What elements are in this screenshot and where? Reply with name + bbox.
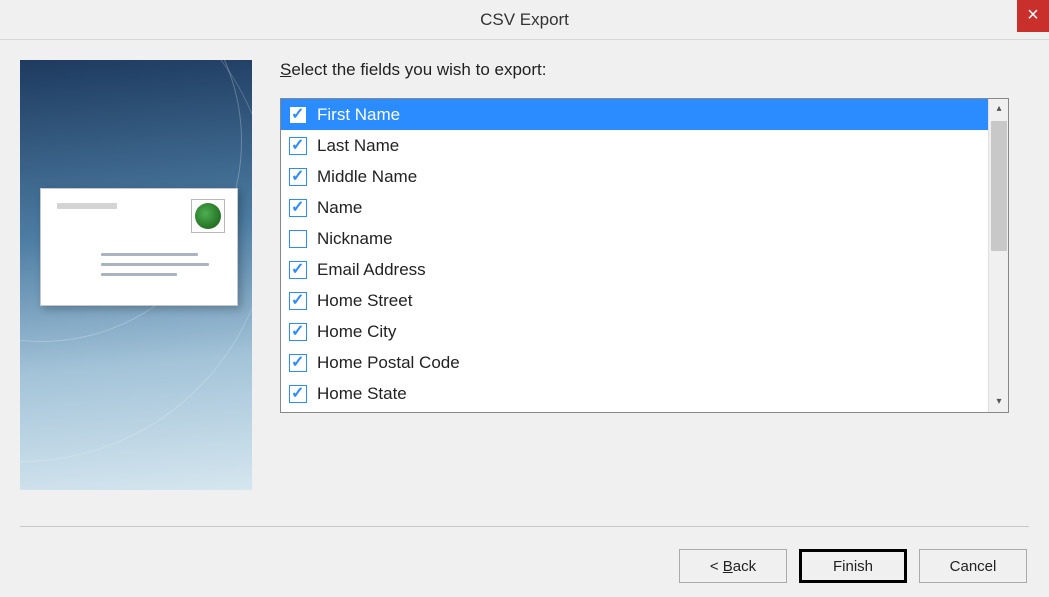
field-item[interactable]: Middle Name [281,161,988,192]
instruction-accelerator: S [280,60,291,79]
field-checkbox[interactable] [289,385,307,403]
content-area: Select the fields you wish to export: Fi… [0,40,1049,510]
field-label: Name [317,198,362,218]
field-checkbox[interactable] [289,137,307,155]
button-separator [20,526,1029,527]
field-item[interactable]: Nickname [281,223,988,254]
field-checkbox[interactable] [289,292,307,310]
field-checkbox[interactable] [289,323,307,341]
vertical-scrollbar[interactable]: ▴ ▾ [988,99,1008,412]
button-bar: < Back Finish Cancel [679,549,1027,583]
back-label-rest: ack [733,558,756,575]
back-arrow-text: < [710,558,723,575]
field-label: Last Name [317,136,399,156]
finish-button[interactable]: Finish [799,549,907,583]
fields-listbox[interactable]: First Name Last Name Middle Name Name Nickna… [280,98,1009,413]
close-icon: × [1027,4,1039,26]
field-item[interactable]: Home Street [281,285,988,316]
field-item[interactable]: Home State [281,378,988,409]
field-item[interactable]: Email Address [281,254,988,285]
field-checkbox[interactable] [289,261,307,279]
close-button[interactable]: × [1017,0,1049,32]
main-panel: Select the fields you wish to export: Fi… [280,60,1029,490]
back-accelerator: B [723,558,733,575]
wizard-illustration [20,60,252,490]
field-label: Middle Name [317,167,417,187]
stamp-icon [191,199,225,233]
titlebar: CSV Export × [0,0,1049,40]
finish-label: Finish [833,558,873,575]
field-item[interactable]: First Name [281,99,988,130]
field-label: Email Address [317,260,426,280]
field-label: Home City [317,322,396,342]
instruction-text: elect the fields you wish to export: [291,60,546,79]
field-checkbox[interactable] [289,168,307,186]
field-checkbox[interactable] [289,106,307,124]
scroll-thumb[interactable] [991,121,1007,251]
field-item[interactable]: Name [281,192,988,223]
field-label: First Name [317,105,400,125]
field-item[interactable]: Last Name [281,130,988,161]
field-label: Home State [317,384,407,404]
field-checkbox[interactable] [289,354,307,372]
list-items-container: First Name Last Name Middle Name Name Nickna… [281,99,988,412]
cancel-button[interactable]: Cancel [919,549,1027,583]
field-label: Nickname [317,229,393,249]
back-button[interactable]: < Back [679,549,787,583]
cancel-label: Cancel [950,558,997,575]
field-item[interactable]: Home Postal Code [281,347,988,378]
field-item[interactable]: Home City [281,316,988,347]
scroll-up-arrow-icon[interactable]: ▴ [989,99,1009,119]
field-label: Home Postal Code [317,353,460,373]
instruction-label: Select the fields you wish to export: [280,60,1009,80]
field-checkbox[interactable] [289,230,307,248]
dialog-title: CSV Export [480,10,569,29]
scroll-down-arrow-icon[interactable]: ▾ [989,392,1009,412]
field-label: Home Street [317,291,412,311]
field-checkbox[interactable] [289,199,307,217]
envelope-icon [40,188,238,306]
csv-export-dialog: CSV Export × Select the fields you wish … [0,0,1049,597]
